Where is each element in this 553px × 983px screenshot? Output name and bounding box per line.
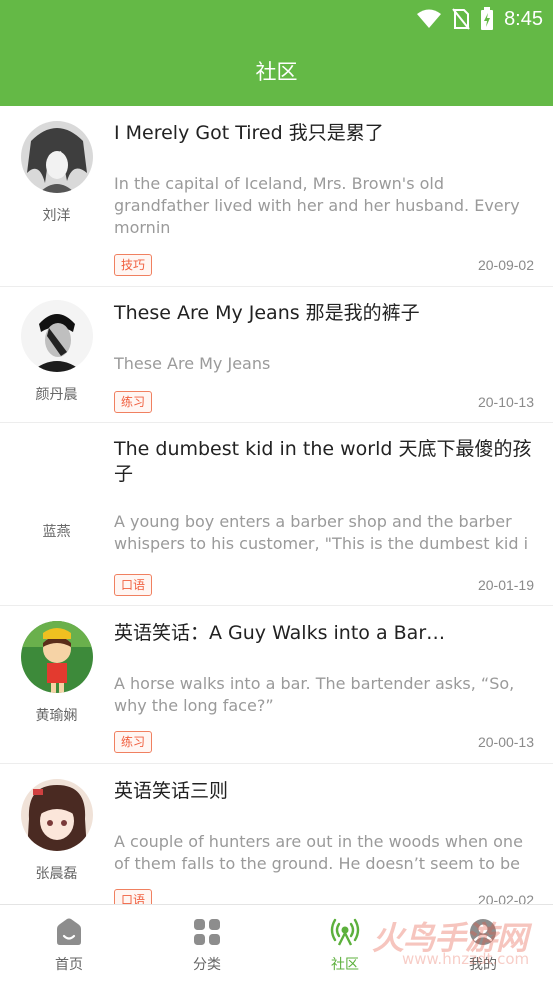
post-date: 20-10-13 bbox=[477, 394, 534, 410]
avatar[interactable] bbox=[21, 300, 93, 372]
post-title[interactable]: 英语笑话：A Guy Walks into a Bar… bbox=[114, 621, 454, 646]
nav-label: 首页 bbox=[55, 957, 83, 973]
post-excerpt: A couple of hunters are out in the woods… bbox=[114, 832, 523, 873]
post-date: 20-02-02 bbox=[477, 892, 534, 904]
category-tag[interactable]: 练习 bbox=[114, 731, 153, 753]
author-name: 张晨磊 bbox=[35, 866, 78, 882]
status-bar: 8:45 bbox=[0, 0, 553, 38]
home-icon bbox=[57, 918, 81, 945]
avatar[interactable] bbox=[21, 621, 93, 693]
post-feed[interactable]: 刘洋 I Merely Got Tired 我只是累了 In the capit… bbox=[0, 106, 553, 904]
avatar[interactable] bbox=[21, 121, 93, 193]
post-date: 20-01-19 bbox=[477, 577, 534, 593]
post-item[interactable]: 张晨磊 英语笑话三则 A couple of hunters are out i… bbox=[0, 764, 553, 904]
community-icon bbox=[330, 918, 360, 946]
post-excerpt: A young boy enters a barber shop and the… bbox=[114, 512, 529, 553]
nav-tab-category[interactable]: 分类 bbox=[138, 905, 276, 983]
status-time: 8:45 bbox=[504, 7, 543, 30]
category-tag[interactable]: 口语 bbox=[114, 889, 153, 904]
post-item[interactable]: 颜丹晨 These Are My Jeans 那是我的裤子 These Are … bbox=[0, 287, 553, 423]
status-icons: 8:45 bbox=[416, 6, 543, 32]
post-title[interactable]: The dumbest kid in the world 天底下最傻的孩子 bbox=[114, 437, 534, 487]
post-title[interactable]: These Are My Jeans 那是我的裤子 bbox=[114, 301, 534, 326]
post-item[interactable]: 黄瑜娴 英语笑话：A Guy Walks into a Bar… A horse… bbox=[0, 606, 553, 764]
author-name: 颜丹晨 bbox=[35, 387, 78, 403]
author-name: 蓝燕 bbox=[42, 524, 71, 540]
no-sim-icon bbox=[452, 8, 470, 30]
app-bar: 8:45 社区 bbox=[0, 0, 553, 106]
author-name: 黄瑜娴 bbox=[35, 708, 78, 724]
post-date: 20-09-02 bbox=[477, 257, 534, 273]
post-title[interactable]: 英语笑话三则 bbox=[114, 779, 534, 804]
post-title[interactable]: I Merely Got Tired 我只是累了 bbox=[114, 121, 534, 146]
page-title: 社区 bbox=[255, 60, 298, 84]
post-date: 20-00-13 bbox=[477, 734, 534, 750]
category-tag[interactable]: 练习 bbox=[114, 391, 153, 413]
nav-label: 分类 bbox=[193, 957, 221, 973]
post-excerpt: These Are My Jeans bbox=[114, 354, 271, 373]
post-excerpt: In the capital of Iceland, Mrs. Brown's … bbox=[114, 174, 520, 237]
category-tag[interactable]: 口语 bbox=[114, 574, 153, 596]
nav-tab-home[interactable]: 首页 bbox=[0, 905, 138, 983]
grid-icon bbox=[194, 919, 220, 945]
watermark-url: www.hnzzdt.com bbox=[402, 950, 530, 968]
battery-charging-icon bbox=[481, 7, 494, 30]
wifi-icon bbox=[417, 9, 442, 28]
post-excerpt: A horse walks into a bar. The bartender … bbox=[114, 674, 515, 715]
post-item[interactable]: 蓝燕 The dumbest kid in the world 天底下最傻的孩子… bbox=[0, 423, 553, 606]
avatar[interactable] bbox=[21, 779, 93, 851]
post-item[interactable]: 刘洋 I Merely Got Tired 我只是累了 In the capit… bbox=[0, 106, 553, 287]
category-tag[interactable]: 技巧 bbox=[114, 254, 153, 276]
author-name: 刘洋 bbox=[42, 208, 71, 224]
